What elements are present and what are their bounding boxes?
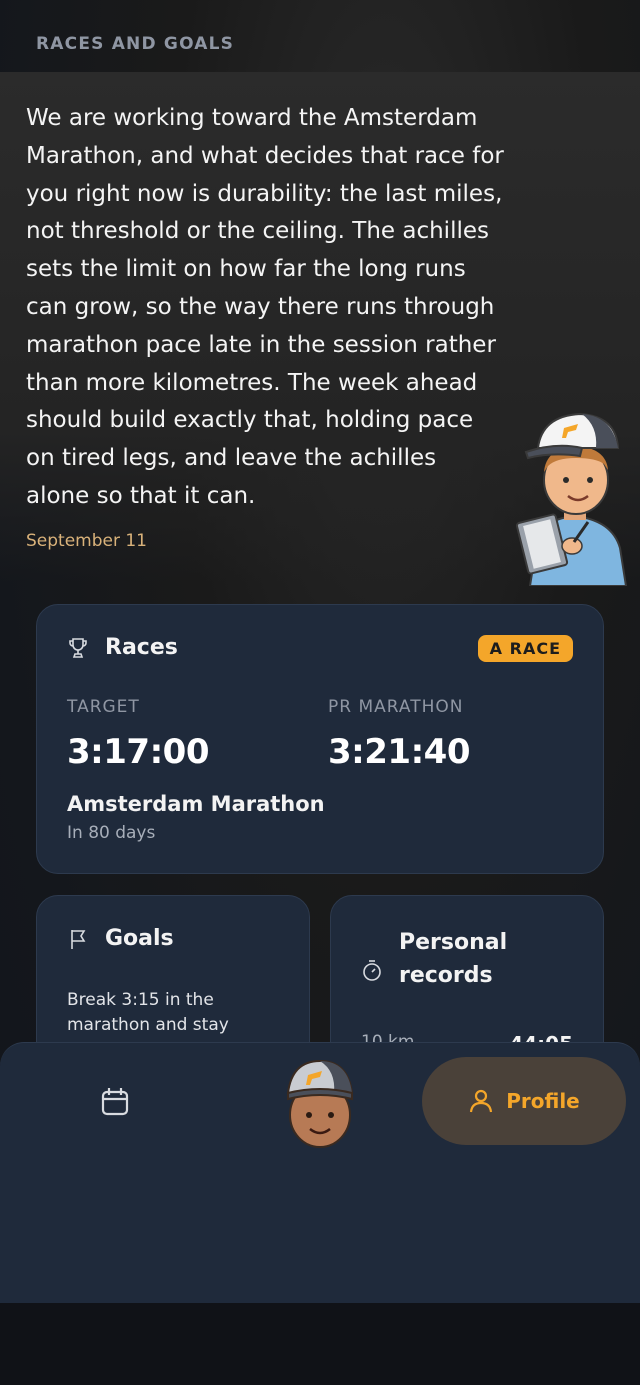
profile-tab-label: Profile [506, 1089, 580, 1113]
races-title: Races [105, 635, 178, 660]
goals-title: Goals [105, 926, 174, 951]
target-time: 3:17:00 [67, 732, 209, 772]
races-card[interactable]: Races A RACE TARGET 3:17:00 PR MARATHON … [36, 604, 604, 874]
page-bottom-bar [0, 1302, 640, 1385]
coach-clipboard-illustration [515, 408, 632, 587]
stopwatch-icon [361, 959, 383, 981]
personal-records-title: Personal records [399, 930, 508, 988]
race-name: Amsterdam Marathon [67, 792, 325, 816]
calendar-icon[interactable] [96, 1083, 134, 1121]
target-label: TARGET [67, 697, 140, 717]
pr-marathon-time: 3:21:40 [328, 732, 470, 772]
bottom-navigation: Profile [0, 1042, 640, 1303]
personal-records-header: Personal records [361, 926, 519, 992]
coach-message: We are working toward the Amsterdam Mara… [26, 105, 504, 509]
pr-marathon-label: PR MARATHON [328, 697, 464, 717]
section-title: RACES AND GOALS [36, 34, 235, 54]
coach-message-date: September 11 [26, 531, 148, 551]
flag-icon [67, 928, 89, 950]
profile-tab[interactable]: Profile [422, 1057, 626, 1145]
race-countdown: In 80 days [67, 823, 156, 843]
a-race-badge: A RACE [477, 635, 573, 662]
races-card-header: Races [67, 635, 178, 660]
trophy-icon [67, 637, 89, 659]
person-icon [468, 1088, 494, 1114]
goals-card-header: Goals [67, 926, 174, 951]
coach-avatar-icon[interactable] [284, 1057, 356, 1149]
